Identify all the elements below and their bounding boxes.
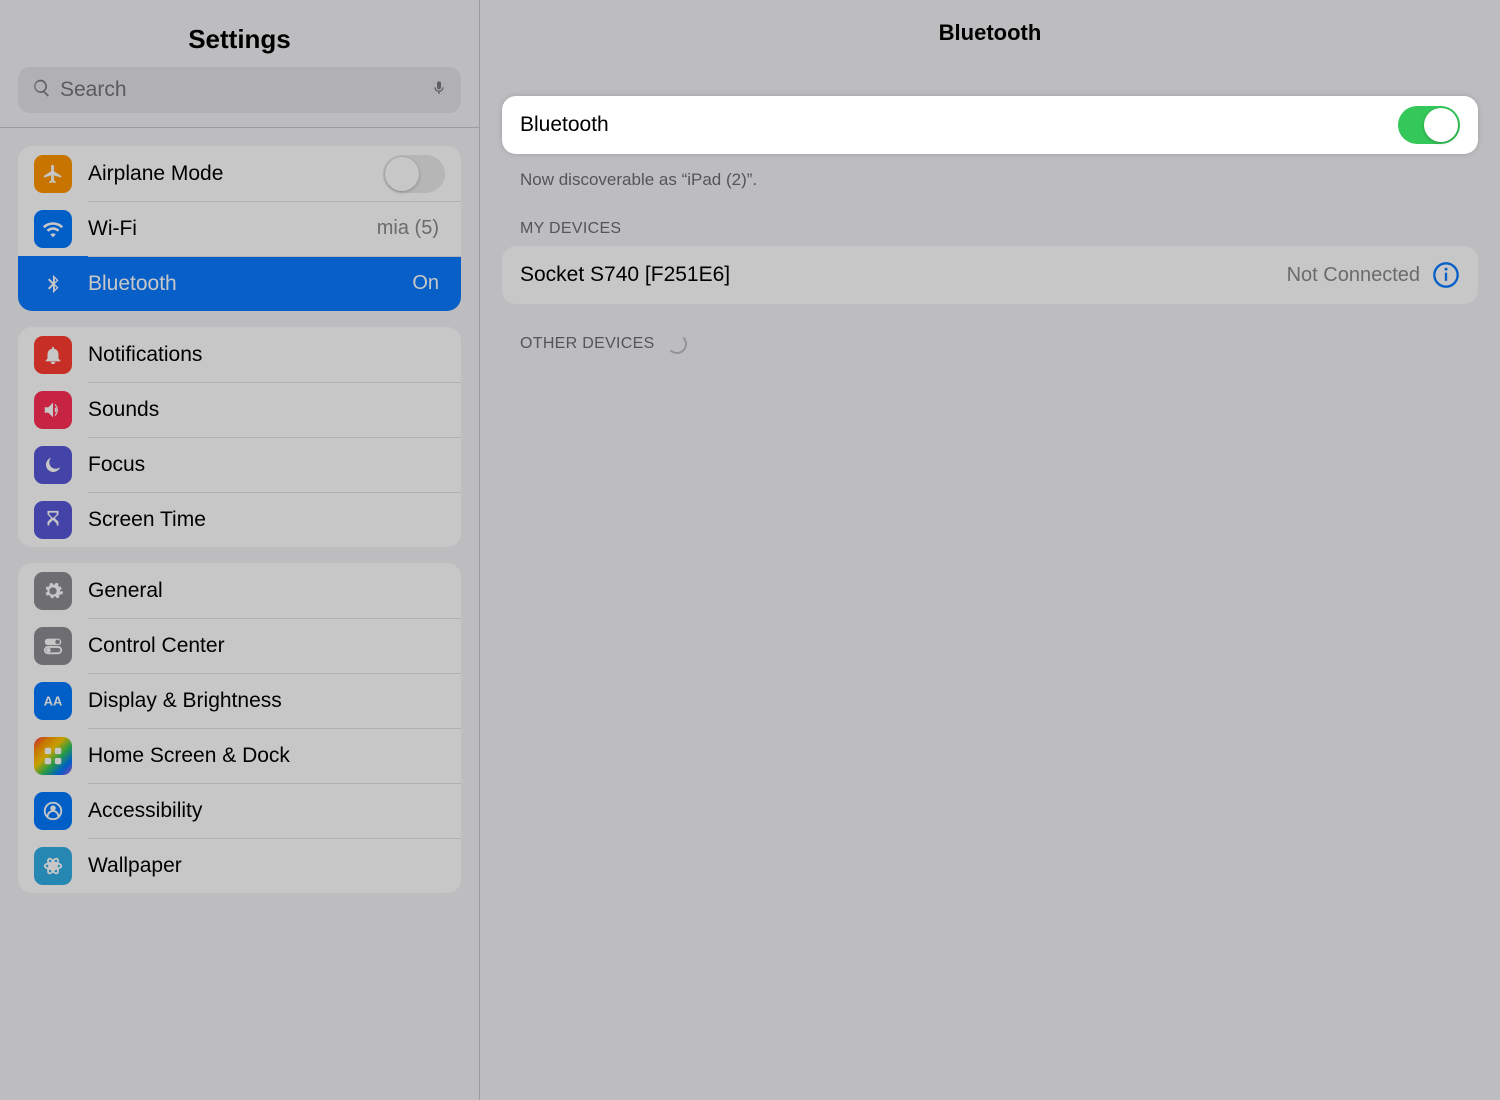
sidebar-item-screentime[interactable]: Screen Time: [18, 492, 461, 547]
aa-icon: AA: [34, 682, 72, 720]
svg-text:AA: AA: [44, 693, 63, 708]
sidebar-item-label: Home Screen & Dock: [88, 744, 445, 768]
bluetooth-toggle[interactable]: [1398, 106, 1460, 144]
detail-pane: Bluetooth Bluetooth Now discoverable as …: [480, 0, 1500, 1100]
sidebar-item-controlcenter[interactable]: Control Center: [18, 618, 461, 673]
sidebar-item-label: Wi-Fi: [88, 217, 377, 241]
my-devices-header: MY DEVICES: [520, 220, 1460, 238]
settings-sidebar: Settings Airplane ModeWi-Fimia (5)Blueto…: [0, 0, 480, 1100]
sidebar-item-label: Wallpaper: [88, 854, 445, 878]
sidebar-item-wallpaper[interactable]: Wallpaper: [18, 838, 461, 893]
sidebar-item-general[interactable]: General: [18, 563, 461, 618]
device-row[interactable]: Socket S740 [F251E6]Not Connected: [502, 246, 1478, 304]
microphone-icon[interactable]: [431, 77, 447, 104]
info-icon[interactable]: [1432, 261, 1460, 289]
sidebar-item-wifi[interactable]: Wi-Fimia (5): [18, 201, 461, 256]
scanning-spinner-icon: [667, 334, 687, 354]
sidebar-item-focus[interactable]: Focus: [18, 437, 461, 492]
sidebar-item-homescreen[interactable]: Home Screen & Dock: [18, 728, 461, 783]
other-devices-header: OTHER DEVICES: [520, 334, 1460, 354]
sidebar-item-label: Focus: [88, 453, 445, 477]
person-icon: [34, 792, 72, 830]
sidebar-item-notifications[interactable]: Notifications: [18, 327, 461, 382]
sidebar-item-label: Control Center: [88, 634, 445, 658]
sidebar-item-sounds[interactable]: Sounds: [18, 382, 461, 437]
discoverable-footnote: Now discoverable as “iPad (2)”.: [520, 170, 1460, 190]
airplane-toggle[interactable]: [383, 155, 445, 193]
page-title: Settings: [0, 10, 479, 67]
sidebar-item-label: Sounds: [88, 398, 445, 422]
sidebar-item-bluetooth[interactable]: BluetoothOn: [18, 256, 461, 311]
bell-icon: [34, 336, 72, 374]
bluetooth-toggle-row: Bluetooth: [502, 96, 1478, 154]
sidebar-item-label: Airplane Mode: [88, 162, 383, 186]
device-name: Socket S740 [F251E6]: [520, 263, 1287, 287]
detail-title: Bluetooth: [480, 0, 1500, 66]
sidebar-item-display[interactable]: AA Display & Brightness: [18, 673, 461, 728]
sidebar-item-label: Screen Time: [88, 508, 445, 532]
search-field[interactable]: [18, 67, 461, 113]
sidebar-item-label: General: [88, 579, 445, 603]
sidebar-group: Notifications Sounds Focus Screen Time: [18, 327, 461, 547]
search-input[interactable]: [60, 78, 431, 102]
sidebar-header: Settings: [0, 0, 479, 127]
sidebar-item-label: Bluetooth: [88, 272, 412, 296]
sidebar-group: General Control Center AA Display & Brightn…: [18, 563, 461, 893]
sidebar-item-airplane[interactable]: Airplane Mode: [18, 146, 461, 201]
gear-icon: [34, 572, 72, 610]
search-icon: [32, 78, 52, 103]
bluetooth-icon: [34, 265, 72, 303]
sidebar-item-label: Notifications: [88, 343, 445, 367]
sidebar-group: Airplane ModeWi-Fimia (5)BluetoothOn: [18, 146, 461, 311]
my-devices-list: Socket S740 [F251E6]Not Connected: [502, 246, 1478, 304]
airplane-icon: [34, 155, 72, 193]
sidebar-item-detail: On: [412, 272, 439, 295]
wifi-icon: [34, 210, 72, 248]
hourglass-icon: [34, 501, 72, 539]
sidebar-item-detail: mia (5): [377, 217, 439, 240]
sidebar-item-accessibility[interactable]: Accessibility: [18, 783, 461, 838]
moon-icon: [34, 446, 72, 484]
device-status: Not Connected: [1287, 264, 1420, 287]
grid-icon: [34, 737, 72, 775]
bluetooth-toggle-label: Bluetooth: [520, 113, 1398, 137]
switches-icon: [34, 627, 72, 665]
flower-icon: [34, 847, 72, 885]
speaker-icon: [34, 391, 72, 429]
sidebar-item-label: Accessibility: [88, 799, 445, 823]
sidebar-item-label: Display & Brightness: [88, 689, 445, 713]
